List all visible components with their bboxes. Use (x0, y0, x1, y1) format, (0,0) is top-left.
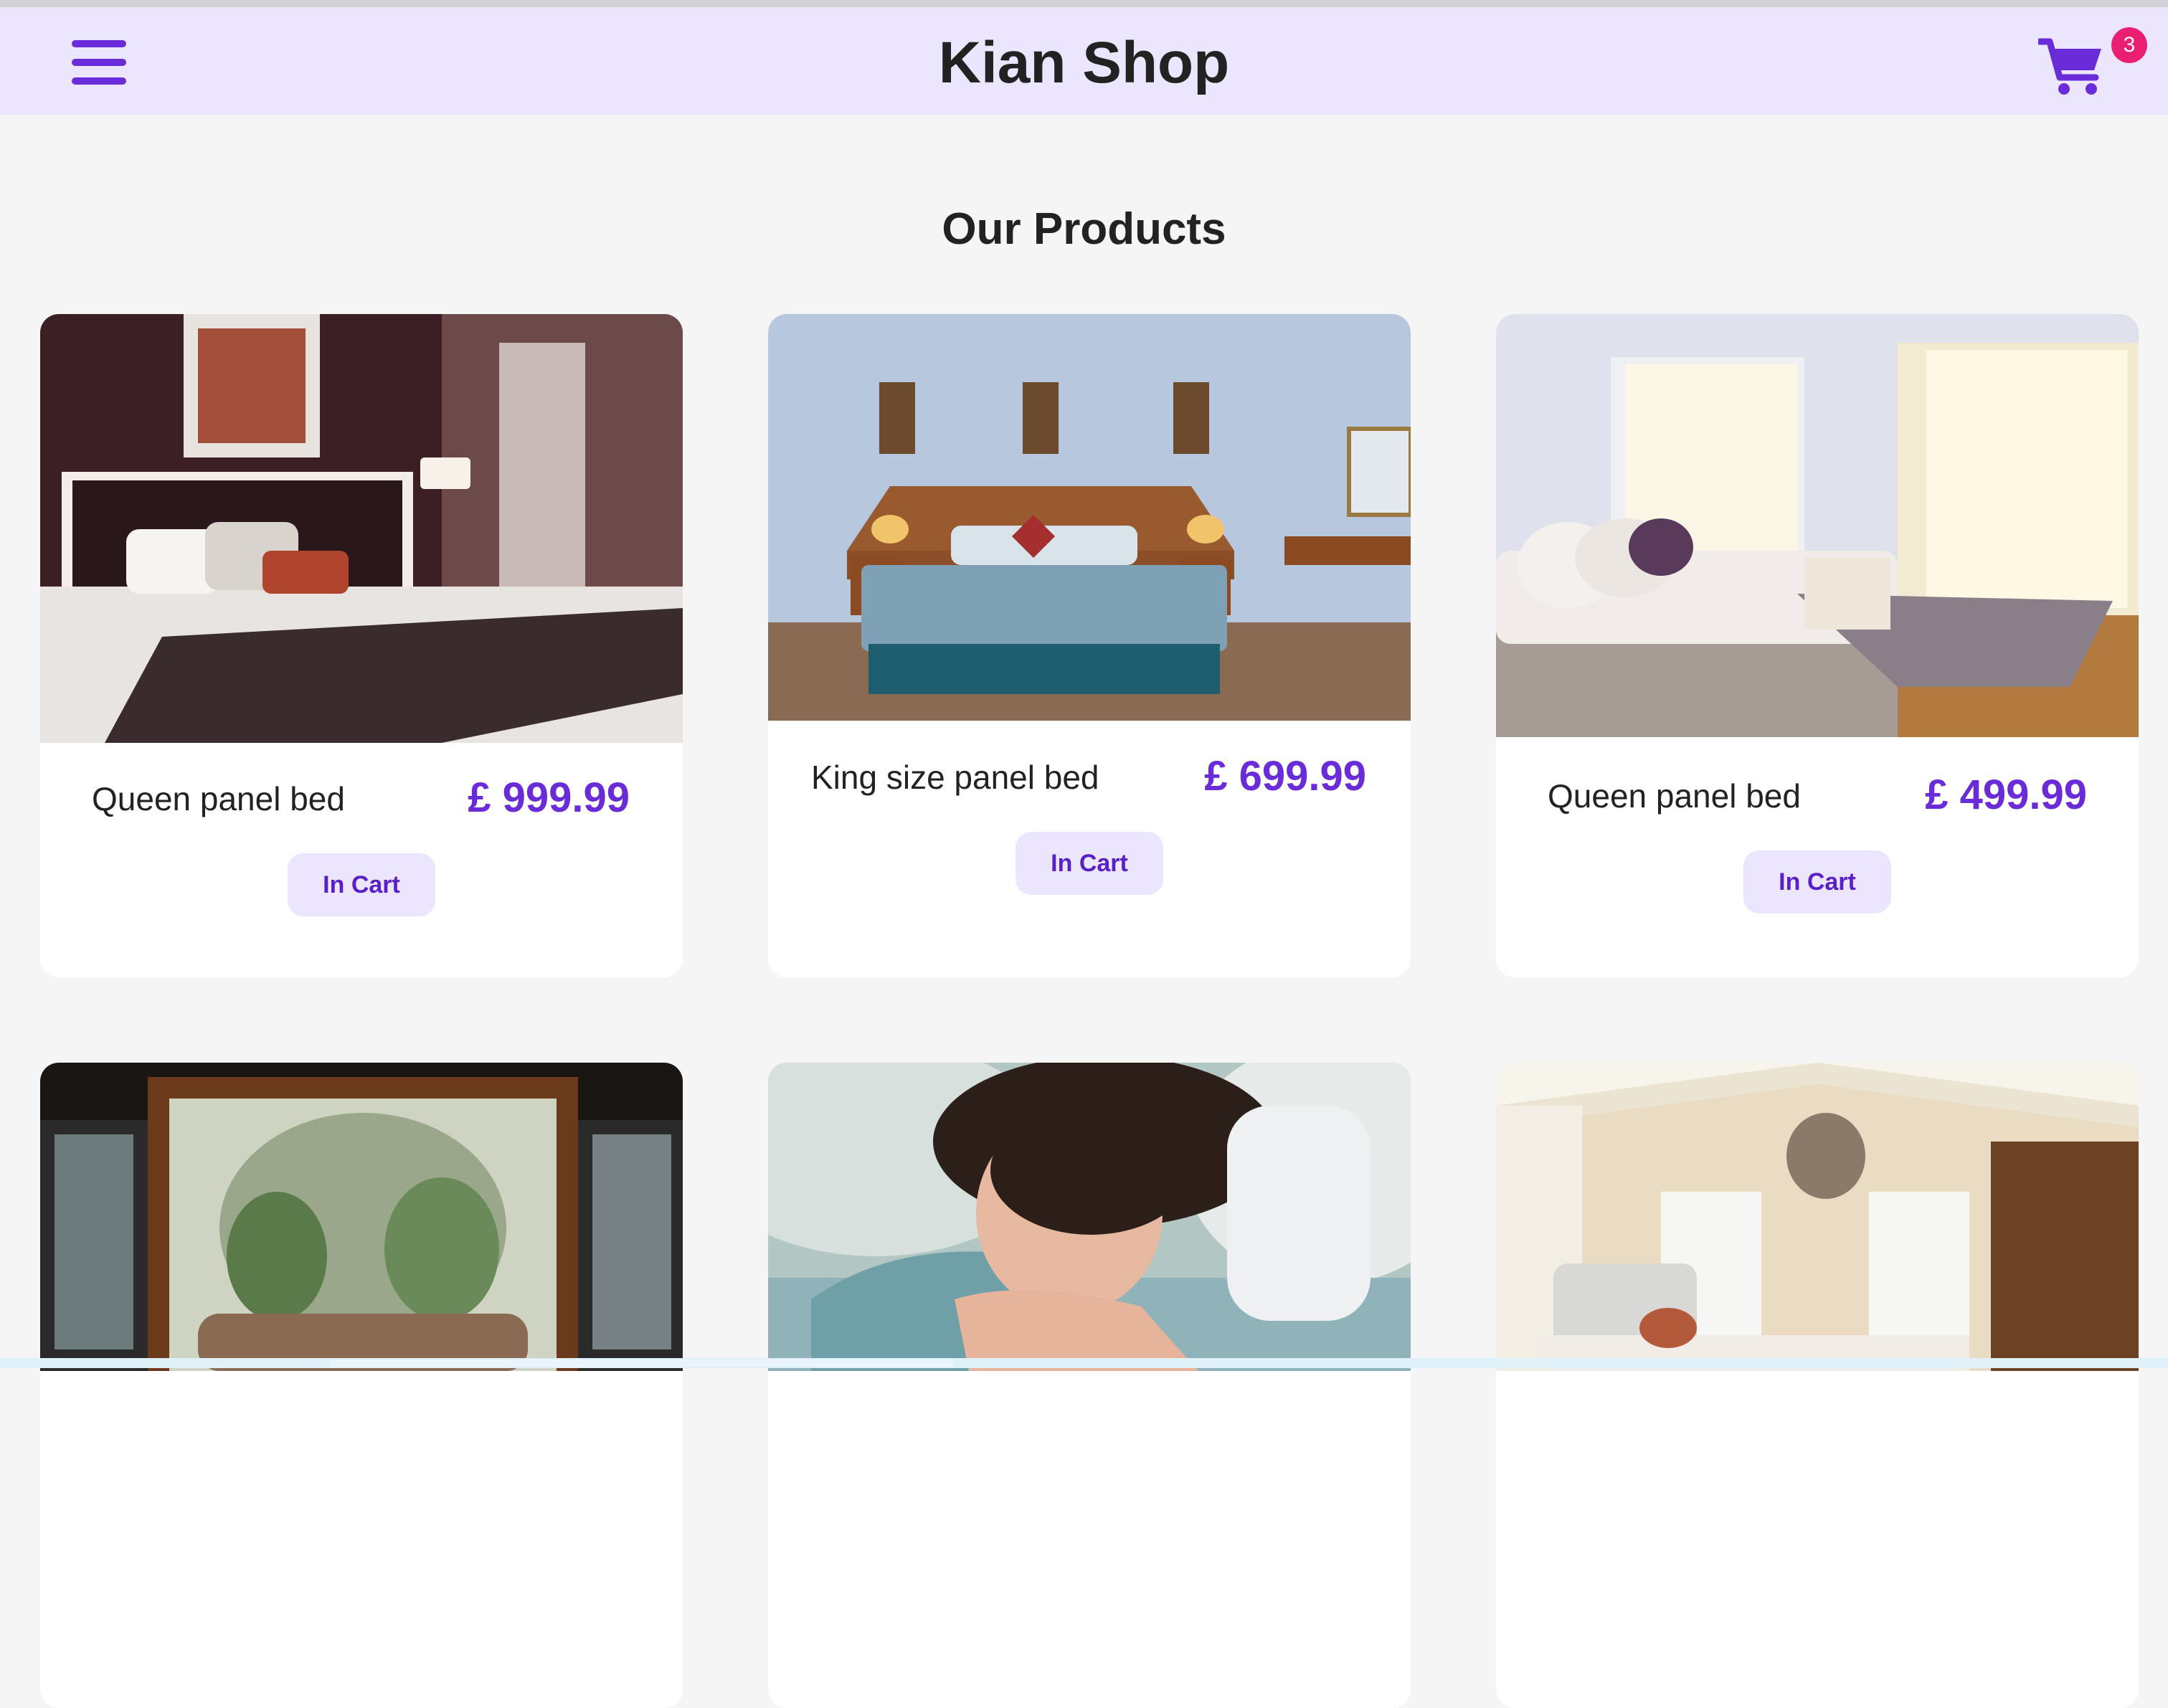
product-image[interactable] (40, 1063, 683, 1371)
cart-count-badge: 3 (2111, 27, 2147, 63)
product-image[interactable] (40, 314, 683, 743)
product-card (1496, 1063, 2139, 1708)
browser-top-edge (0, 0, 2168, 7)
product-image[interactable] (1496, 314, 2139, 737)
in-cart-button[interactable]: In Cart (288, 853, 435, 916)
product-name: King size panel bed (811, 759, 1099, 796)
product-card (768, 1063, 1411, 1708)
product-price: £ 499.99 (1925, 772, 2087, 818)
section-title: Our Products (942, 204, 1226, 254)
product-price: £ 999.99 (468, 774, 630, 821)
in-cart-button[interactable]: In Cart (1743, 850, 1891, 914)
product-card: Queen panel bed £ 999.99 In Cart (40, 314, 683, 977)
app-header: Kian Shop 3 (0, 7, 2168, 115)
product-image[interactable] (768, 1063, 1411, 1371)
shop-title: Kian Shop (938, 30, 1230, 95)
product-image[interactable] (768, 314, 1411, 721)
product-price: £ 699.99 (1204, 753, 1366, 800)
product-name: Queen panel bed (92, 780, 345, 817)
product-card (40, 1063, 683, 1708)
product-card: King size panel bed £ 699.99 In Cart (768, 314, 1411, 977)
product-card: Queen panel bed £ 499.99 In Cart (1496, 314, 2139, 977)
bottom-scrollbar[interactable] (0, 1358, 2168, 1368)
shopping-cart-icon[interactable] (2038, 36, 2104, 98)
product-image[interactable] (1496, 1063, 2139, 1371)
product-name: Queen panel bed (1548, 777, 1801, 815)
in-cart-button[interactable]: In Cart (1016, 832, 1163, 895)
